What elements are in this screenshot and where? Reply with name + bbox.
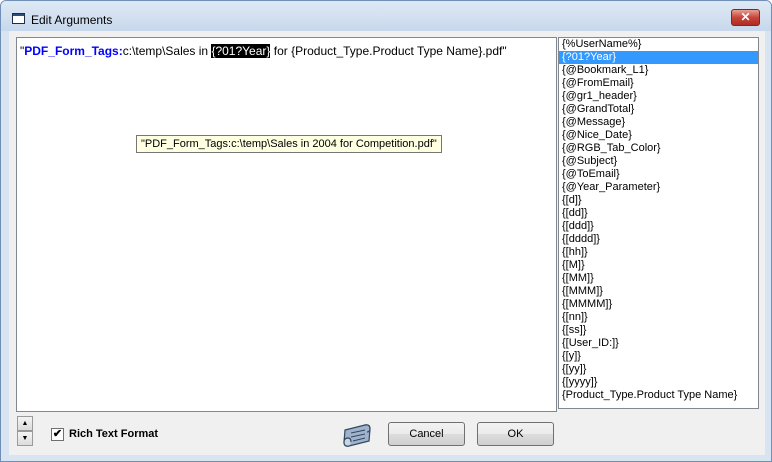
variable-list-item[interactable]: {@gr1_header} (559, 90, 758, 103)
variable-list-item[interactable]: {@GrandTotal} (559, 103, 758, 116)
variable-list-item[interactable]: {[yy]} (559, 363, 758, 376)
scroll-icon[interactable] (339, 421, 375, 451)
variable-list-item[interactable]: {@Message} (559, 116, 758, 129)
ok-button[interactable]: OK (477, 422, 554, 446)
variable-list-item[interactable]: {[User_ID:]} (559, 337, 758, 350)
close-button[interactable]: ✕ (731, 9, 760, 26)
cancel-button[interactable]: Cancel (388, 422, 465, 446)
selected-token[interactable]: {?01?Year} (211, 44, 271, 58)
variable-list-item[interactable]: {[M]} (559, 259, 758, 272)
variable-list-item[interactable]: {[y]} (559, 350, 758, 363)
variable-list-item[interactable]: {[hh]} (559, 246, 758, 259)
edit-arguments-dialog: Edit Arguments ✕ "PDF_Form_Tags:c:\temp\… (0, 0, 772, 462)
variable-list-item[interactable]: {@FromEmail} (559, 77, 758, 90)
rich-text-format-label[interactable]: Rich Text Format (69, 428, 158, 440)
variable-list-item[interactable]: {[MMM]} (559, 285, 758, 298)
spin-up-button[interactable]: ▲ (17, 416, 33, 431)
tag-name: PDF_Form_Tags: (24, 44, 123, 58)
variable-list-item[interactable]: {[dd]} (559, 207, 758, 220)
rich-text-format-checkbox[interactable]: ✔ (51, 428, 64, 441)
variables-list[interactable]: {%UserName%} {?01?Year} {@Bookmark_L1} {@Fr… (558, 37, 759, 409)
variable-list-item[interactable]: {[nn]} (559, 311, 758, 324)
variable-list-item[interactable]: {@Nice_Date} (559, 129, 758, 142)
variable-list-item[interactable]: {[ss]} (559, 324, 758, 337)
argument-text[interactable]: "PDF_Form_Tags:c:\temp\Sales in {?01?Yea… (20, 44, 507, 58)
suffix-text: for {Product_Type.Product Type Name}.pdf… (270, 44, 507, 58)
variable-list-item[interactable]: {[MM]} (559, 272, 758, 285)
variable-list-item[interactable]: {%UserName%} (559, 38, 758, 51)
variable-list-item[interactable]: {[yyyy]} (559, 376, 758, 389)
variable-list-item[interactable]: {@Bookmark_L1} (559, 64, 758, 77)
title-bar[interactable]: Edit Arguments ✕ (1, 1, 771, 31)
variable-list-item[interactable]: {[dddd]} (559, 233, 758, 246)
variable-list-item[interactable]: {Product_Type.Product Type Name} (559, 389, 758, 402)
variable-list-item[interactable]: {[ddd]} (559, 220, 758, 233)
argument-editor[interactable]: "PDF_Form_Tags:c:\temp\Sales in {?01?Yea… (16, 37, 557, 412)
font-size-spinner[interactable]: ▲ ▼ (17, 416, 33, 446)
variable-list-item[interactable]: {@Subject} (559, 155, 758, 168)
variable-list-item[interactable]: {[d]} (559, 194, 758, 207)
window-title: Edit Arguments (31, 13, 113, 27)
dialog-body: "PDF_Form_Tags:c:\temp\Sales in {?01?Yea… (9, 31, 765, 455)
spin-down-button[interactable]: ▼ (17, 431, 33, 446)
preview-tooltip: "PDF_Form_Tags:c:\temp\Sales in 2004 for… (136, 135, 442, 153)
variable-list-item[interactable]: {@RGB_Tab_Color} (559, 142, 758, 155)
app-window-icon (12, 13, 25, 24)
path-text: c:\temp\Sales in (122, 44, 212, 58)
variable-list-item[interactable]: {@Year_Parameter} (559, 181, 758, 194)
variable-list-item[interactable]: {?01?Year} (559, 51, 758, 64)
variable-list-item[interactable]: {[MMMM]} (559, 298, 758, 311)
variable-list-item[interactable]: {@ToEmail} (559, 168, 758, 181)
